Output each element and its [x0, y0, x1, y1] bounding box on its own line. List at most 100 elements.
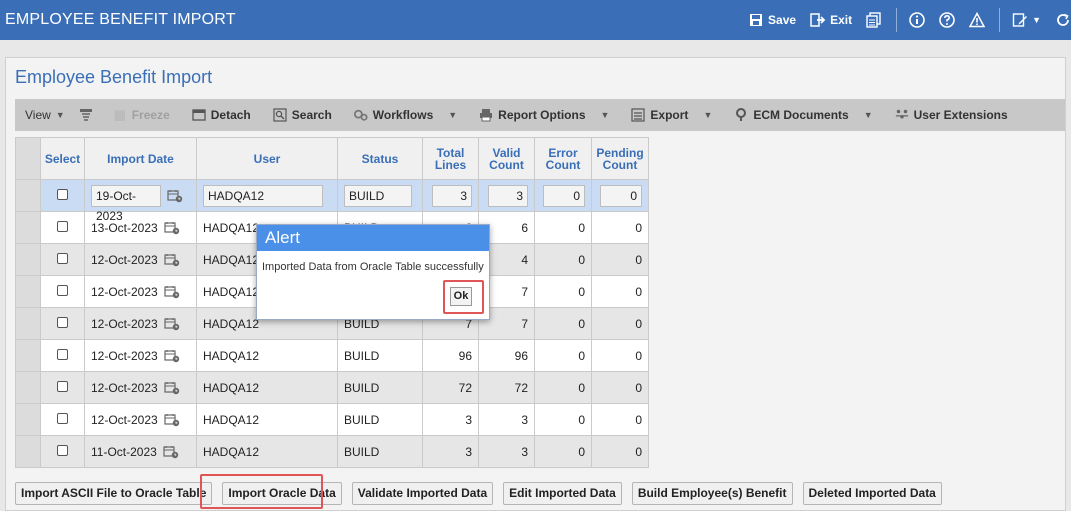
grid-header-row: Select Import Date User Status Total Line…: [15, 137, 649, 180]
error-value: 0: [578, 380, 585, 395]
row-select-checkbox[interactable]: [57, 252, 68, 264]
error-cell: 0: [534, 307, 592, 340]
exit-label: Exit: [830, 13, 853, 27]
edit-imported-data-button[interactable]: Edit Imported Data: [503, 482, 622, 505]
import-date-field[interactable]: 19-Oct-2023: [91, 184, 161, 223]
pending-value: 0: [635, 380, 642, 395]
row-gutter[interactable]: [15, 371, 41, 404]
row-gutter[interactable]: [15, 403, 41, 436]
help-button[interactable]: [939, 12, 955, 28]
ecm-documents-menu[interactable]: ECM Documents ▼: [734, 108, 873, 122]
search-button[interactable]: Search: [273, 108, 332, 122]
row-gutter[interactable]: [15, 435, 41, 468]
page-title: Employee Benefit Import: [15, 67, 213, 87]
save-button[interactable]: Save: [748, 12, 796, 28]
user-field[interactable]: HADQA12: [203, 184, 323, 207]
user-cell: HADQA12: [196, 435, 338, 468]
row-gutter[interactable]: [15, 307, 41, 340]
select-cell: [40, 275, 85, 308]
col-status[interactable]: Status: [337, 137, 423, 180]
import-date-value: 12-Oct-2023: [91, 252, 158, 267]
pending-field[interactable]: 0: [600, 184, 642, 207]
calendar-icon[interactable]: [164, 413, 180, 427]
calendar-icon[interactable]: [164, 381, 180, 395]
row-select-checkbox[interactable]: [57, 284, 68, 296]
col-user[interactable]: User: [196, 137, 338, 180]
report-options-menu[interactable]: Report Options ▼: [479, 108, 609, 122]
info-icon: [909, 12, 925, 28]
row-gutter[interactable]: [15, 243, 41, 276]
view-menu[interactable]: View ▼: [25, 108, 65, 122]
table-row[interactable]: 12-Oct-2023 HADQA12 BUILD 72 72 0 0: [15, 371, 649, 404]
detach-button[interactable]: Detach: [192, 108, 251, 122]
report-icon: [866, 12, 882, 28]
col-total-lines[interactable]: Total Lines: [422, 137, 479, 180]
col-error-count[interactable]: Error Count: [534, 137, 592, 180]
user-value: HADQA12: [203, 316, 260, 331]
error-value: 0: [578, 252, 585, 267]
row-gutter[interactable]: [15, 211, 41, 244]
col-valid-count[interactable]: Valid Count: [478, 137, 535, 180]
info-button[interactable]: [909, 12, 925, 28]
refresh-button[interactable]: [1055, 12, 1071, 28]
calendar-icon[interactable]: [164, 253, 180, 267]
row-gutter[interactable]: [15, 339, 41, 372]
deleted-imported-data-button[interactable]: Deleted Imported Data: [802, 482, 942, 505]
total-cell: 3: [422, 403, 479, 436]
total-field[interactable]: 3: [432, 184, 472, 207]
row-select-checkbox[interactable]: [57, 316, 68, 328]
row-select-checkbox[interactable]: [57, 380, 68, 392]
error-field[interactable]: 0: [543, 184, 585, 207]
calendar-icon[interactable]: [164, 317, 180, 331]
row-select-checkbox[interactable]: [57, 188, 68, 200]
row-select-checkbox[interactable]: [57, 412, 68, 424]
calendar-icon[interactable]: [164, 349, 180, 363]
freeze-button[interactable]: ▦ Freeze: [113, 107, 170, 122]
valid-value: 3: [521, 444, 528, 459]
pending-value: 0: [635, 284, 642, 299]
select-cell: [40, 371, 85, 404]
exit-button[interactable]: Exit: [810, 12, 852, 28]
table-row[interactable]: 12-Oct-2023 HADQA12 BUILD 3 3 0 0: [15, 403, 649, 436]
import-oracle-data-button[interactable]: Import Oracle Data: [222, 482, 342, 505]
ok-button[interactable]: Ok: [450, 287, 472, 306]
table-row[interactable]: 12-Oct-2023 HADQA12 BUILD 96 96 0 0: [15, 339, 649, 372]
row-select-checkbox[interactable]: [57, 220, 68, 232]
col-pending-count[interactable]: Pending Count: [591, 137, 649, 180]
chevron-down-icon: ▼: [1032, 15, 1041, 25]
calendar-icon[interactable]: [164, 285, 180, 299]
export-menu[interactable]: Export ▼: [631, 108, 712, 122]
report-button[interactable]: [866, 12, 882, 28]
export-label: Export: [650, 108, 689, 122]
warning-button[interactable]: [969, 12, 986, 28]
calendar-icon[interactable]: [164, 221, 180, 235]
import-date-cell: 12-Oct-2023: [84, 371, 197, 404]
row-gutter[interactable]: [15, 275, 41, 308]
table-row[interactable]: 19-Oct-2023 HADQA12 BUILD 3 3 0 0: [15, 179, 649, 223]
select-cell: [40, 243, 85, 276]
calendar-icon[interactable]: [163, 445, 179, 459]
import-date-value: 12-Oct-2023: [91, 284, 158, 299]
calendar-icon[interactable]: [167, 189, 183, 203]
table-row[interactable]: 11-Oct-2023 HADQA12 BUILD 3 3 0 0: [15, 435, 649, 468]
row-gutter[interactable]: [15, 179, 41, 212]
user-extensions-button[interactable]: User Extensions: [895, 108, 1008, 122]
user-value: HADQA12: [203, 284, 260, 299]
user-value: HADQA12: [203, 348, 260, 363]
row-select-checkbox[interactable]: [57, 348, 68, 360]
edit-menu-button[interactable]: ▼: [1012, 12, 1041, 28]
build-employee-benefit-button[interactable]: Build Employee(s) Benefit: [631, 482, 793, 505]
validate-imported-data-button[interactable]: Validate Imported Data: [351, 482, 494, 505]
valid-field[interactable]: 3: [488, 184, 528, 207]
col-select[interactable]: Select: [40, 137, 85, 180]
row-select-checkbox[interactable]: [57, 444, 68, 456]
select-cell: [40, 403, 85, 436]
toolbar-divider: [999, 8, 1001, 32]
filter-button[interactable]: [79, 108, 93, 122]
pending-cell: 0: [591, 339, 649, 372]
status-field[interactable]: BUILD: [344, 184, 412, 207]
col-import-date[interactable]: Import Date: [84, 137, 197, 180]
import-ascii-button[interactable]: Import ASCII File to Oracle Table: [15, 482, 213, 505]
workflows-menu[interactable]: Workflows ▼: [353, 108, 457, 122]
app-header: EMPLOYEE BENEFIT IMPORT Save Exit ▼: [0, 0, 1071, 40]
